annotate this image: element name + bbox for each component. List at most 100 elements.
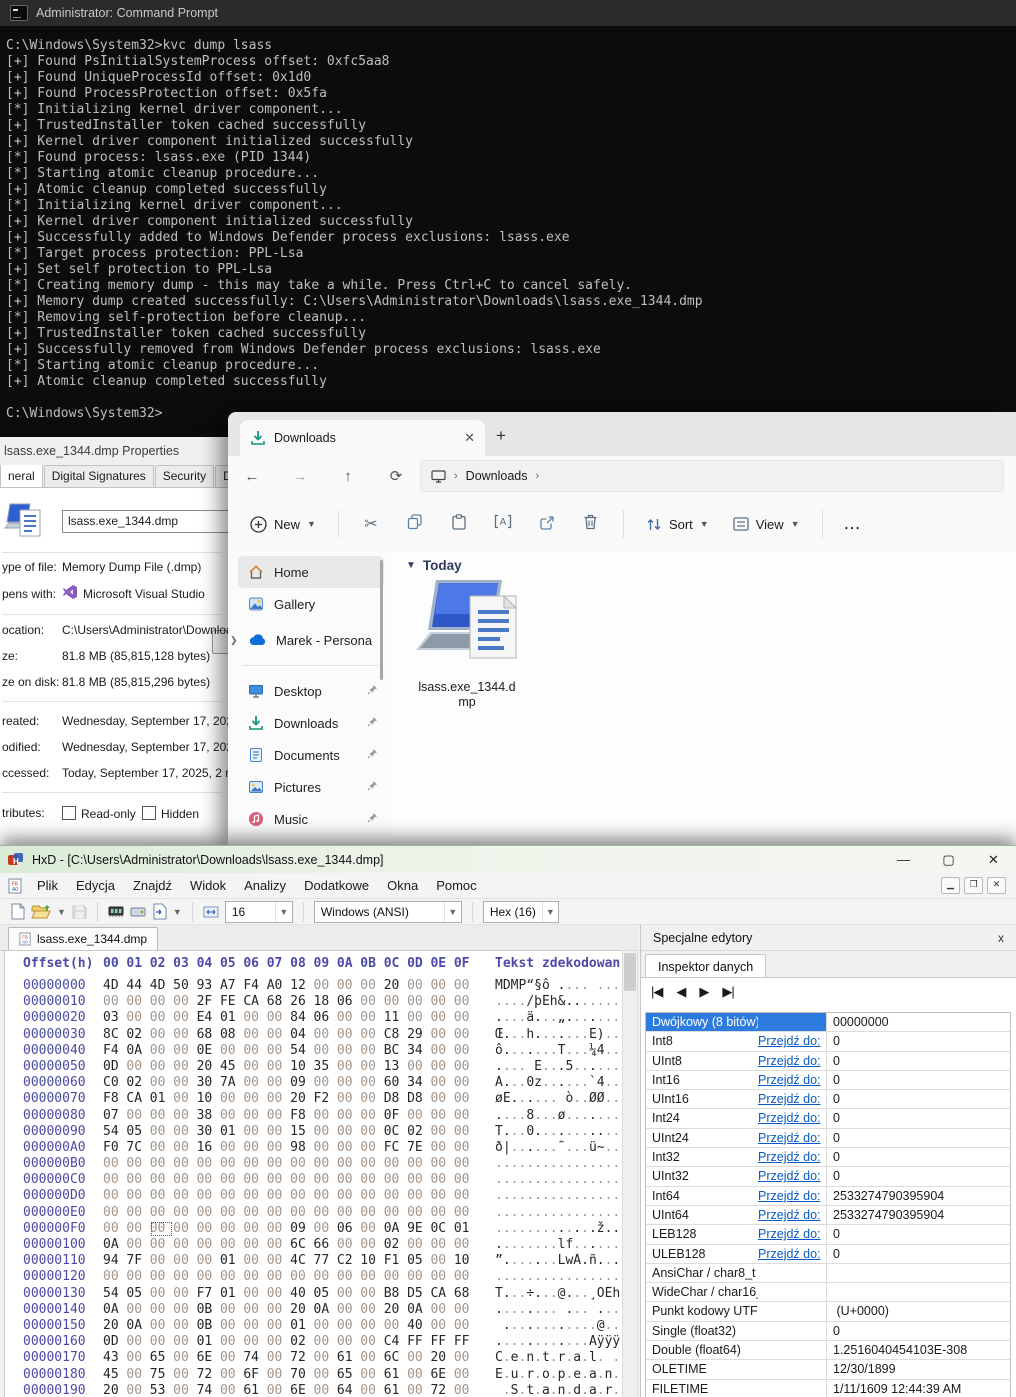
hex-byte[interactable]: 00	[407, 1172, 430, 1188]
hex-byte[interactable]: 72	[197, 1367, 220, 1383]
hex-row[interactable]: 0000013054050000F701000040050000B8D5CA68…	[5, 1286, 622, 1302]
hex-byte[interactable]: 00	[150, 1027, 173, 1043]
hex-byte[interactable]: 00	[454, 1205, 477, 1221]
hex-byte[interactable]: 45	[103, 1367, 126, 1383]
hex-byte[interactable]: 00	[173, 1286, 196, 1302]
decoded-text[interactable]: ð|......˜...ü~..	[495, 1140, 621, 1156]
hex-byte[interactable]: 00	[173, 1124, 196, 1140]
hex-byte[interactable]: 0D	[103, 1334, 126, 1350]
hex-byte[interactable]: 00	[360, 1108, 383, 1124]
hex-byte[interactable]: 00	[314, 1075, 337, 1091]
hex-byte[interactable]: 0A	[407, 1302, 430, 1318]
hex-byte[interactable]: 00	[407, 1059, 430, 1075]
hex-byte[interactable]: 7A	[220, 1075, 243, 1091]
chevron-down-icon[interactable]: ▼	[57, 907, 66, 917]
hex-byte[interactable]: 00	[220, 1237, 243, 1253]
decoded-text[interactable]: ................	[495, 1205, 621, 1221]
hex-row[interactable]: 000000F00000000000000000090006000A9E0C01…	[5, 1221, 622, 1237]
close-tab-icon[interactable]: ✕	[464, 430, 475, 446]
hex-byte[interactable]: 61	[337, 1350, 360, 1366]
hex-byte[interactable]: 00	[126, 994, 149, 1010]
hex-byte[interactable]: 00	[407, 1188, 430, 1204]
hex-byte[interactable]: 7F	[126, 1253, 149, 1269]
menu-item[interactable]: Okna	[378, 874, 427, 897]
hex-byte[interactable]: 00	[407, 1383, 430, 1397]
inspector-value[interactable]	[826, 1283, 1010, 1301]
hex-byte[interactable]: 00	[360, 1334, 383, 1350]
hex-byte[interactable]: 00	[337, 1237, 360, 1253]
inspector-value[interactable]	[826, 1264, 1010, 1282]
hex-byte[interactable]: 00	[430, 1043, 453, 1059]
goto-link[interactable]: Przejdź do:	[758, 1032, 826, 1050]
decoded-text[interactable]: E.u.r.o.p.e.a.n.	[495, 1367, 621, 1383]
chevron-down-icon[interactable]: ▼	[173, 907, 182, 917]
hex-byte[interactable]: 00	[220, 1188, 243, 1204]
hex-byte[interactable]: 00	[267, 1124, 290, 1140]
hex-byte[interactable]: 00	[126, 1367, 149, 1383]
hex-byte[interactable]: 00	[454, 1059, 477, 1075]
hex-byte[interactable]: 00	[337, 1286, 360, 1302]
hex-byte[interactable]: 00	[267, 1205, 290, 1221]
hex-byte[interactable]: 00	[173, 994, 196, 1010]
hex-byte[interactable]: 00	[314, 1318, 337, 1334]
hex-byte[interactable]: C2	[337, 1253, 360, 1269]
hex-byte[interactable]: 00	[150, 1156, 173, 1172]
hex-byte[interactable]: 00	[360, 1059, 383, 1075]
hex-byte[interactable]: FE	[220, 994, 243, 1010]
decoded-text[interactable]: ................	[495, 1172, 621, 1188]
open-file-icon[interactable]	[31, 904, 51, 920]
mdi-minimize-icon[interactable]: ▁	[941, 877, 960, 894]
hex-byte[interactable]: 38	[197, 1108, 220, 1124]
hex-byte[interactable]: 00	[430, 1156, 453, 1172]
next-byte-icon[interactable]: ▶	[699, 984, 708, 1000]
hex-row[interactable]: 000000800700000038000000F80000000F000000…	[5, 1108, 622, 1124]
hex-byte[interactable]: 00	[243, 1124, 266, 1140]
inspector-row[interactable]: UInt8Przejdź do:0	[646, 1052, 1010, 1071]
hex-byte[interactable]: 20	[384, 978, 407, 994]
hex-byte[interactable]: 00	[243, 1140, 266, 1156]
hex-row[interactable]: 000000500D000000204500001035000013000000…	[5, 1059, 622, 1075]
inspector-row[interactable]: UInt24Przejdź do:0	[646, 1129, 1010, 1148]
hex-byte[interactable]: 00	[290, 1205, 313, 1221]
hex-byte[interactable]: 00	[267, 1075, 290, 1091]
hex-byte[interactable]: 00	[243, 1269, 266, 1285]
save-icon-disabled[interactable]	[72, 904, 87, 919]
hex-byte[interactable]: 00	[314, 1172, 337, 1188]
inspector-row[interactable]: Int8Przejdź do:0	[646, 1032, 1010, 1051]
hex-byte[interactable]: 00	[173, 1140, 196, 1156]
hex-byte[interactable]: 05	[314, 1286, 337, 1302]
file-name-field[interactable]: lsass.exe_1344.dmp	[62, 510, 230, 533]
decoded-text[interactable]: ................	[495, 1269, 621, 1285]
hex-row[interactable]: 000001804500750072006F007000650061006E00…	[5, 1367, 622, 1383]
hex-byte[interactable]: 00	[337, 1124, 360, 1140]
hex-byte[interactable]: 00	[384, 1205, 407, 1221]
goto-link[interactable]: Przejdź do:	[758, 1167, 826, 1185]
hex-byte[interactable]: 00	[360, 1027, 383, 1043]
hex-byte[interactable]: 05	[126, 1286, 149, 1302]
decoded-text[interactable]: ........ ... ...	[495, 1302, 621, 1318]
hex-byte[interactable]: 06	[337, 994, 360, 1010]
inspector-value[interactable]: 1/11/1609 12:44:39 AM	[826, 1380, 1010, 1397]
hex-byte[interactable]: 61	[243, 1383, 266, 1397]
hex-byte[interactable]: 00	[243, 1188, 266, 1204]
hex-byte[interactable]: 0A	[103, 1237, 126, 1253]
decoded-text[interactable]: .............ž..	[495, 1221, 621, 1237]
decoded-text[interactable]: Œ...h.......È)..	[495, 1027, 621, 1043]
hex-byte[interactable]: 00	[314, 1221, 337, 1237]
hex-byte[interactable]: 00	[360, 1010, 383, 1026]
hex-byte[interactable]: 00	[103, 1269, 126, 1285]
hex-byte[interactable]: 00	[430, 1140, 453, 1156]
encoding-select[interactable]: Windows (ANSI)▼	[314, 901, 462, 923]
inspector-row[interactable]: UInt32Przejdź do:0	[646, 1167, 1010, 1186]
hex-byte[interactable]: 00	[430, 1188, 453, 1204]
hex-byte[interactable]: 00	[243, 1205, 266, 1221]
hex-byte[interactable]: 4D	[150, 978, 173, 994]
decoded-text[interactable]: ........lf......	[495, 1237, 621, 1253]
hex-byte[interactable]: CA	[430, 1286, 453, 1302]
inspector-row[interactable]: Int32Przejdź do:0	[646, 1148, 1010, 1167]
sort-button[interactable]: Sort ▼	[634, 517, 721, 532]
hex-byte[interactable]: 18	[314, 994, 337, 1010]
goto-link[interactable]: Przejdź do:	[758, 1206, 826, 1224]
inspector-value[interactable]: 0	[826, 1052, 1010, 1070]
hex-byte[interactable]: 00	[243, 1108, 266, 1124]
